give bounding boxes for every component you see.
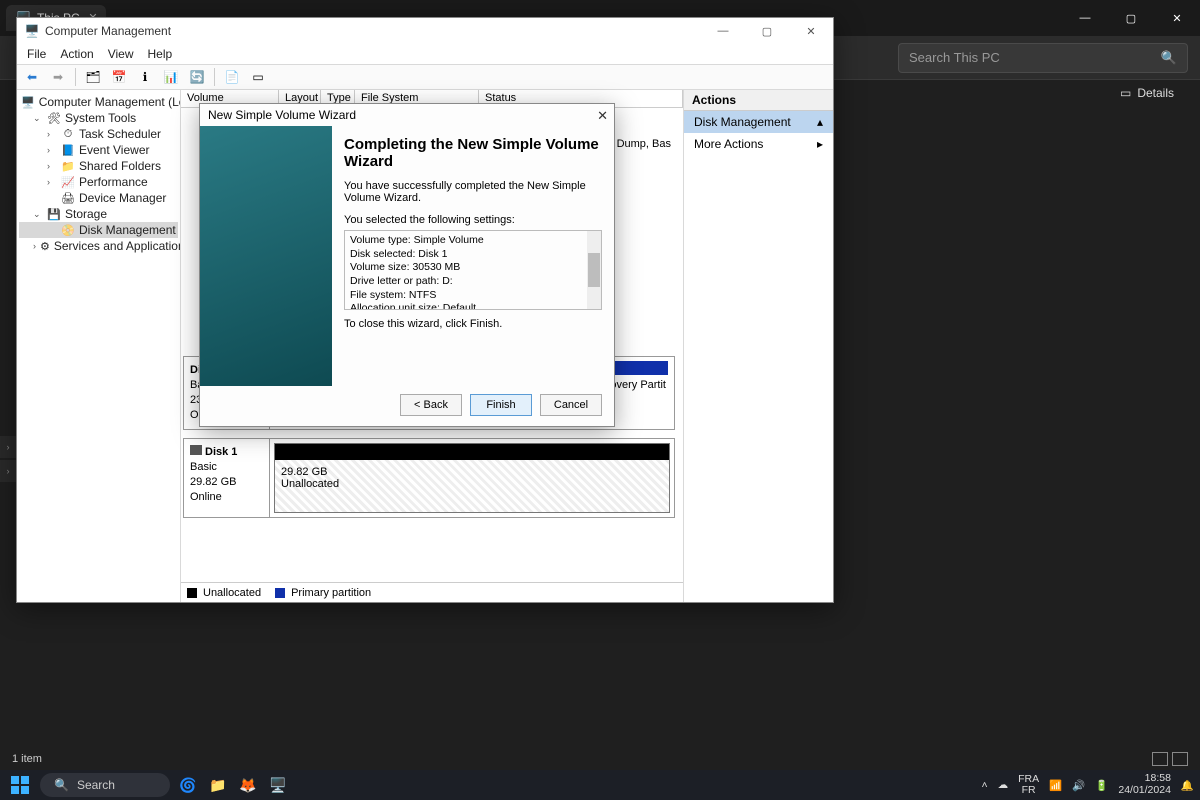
- toolbar-icon[interactable]: 📊: [160, 67, 182, 87]
- details-pane-button[interactable]: ▭ Details: [1120, 86, 1174, 100]
- toolbar-icon[interactable]: 📅: [108, 67, 130, 87]
- tree-shared-folders[interactable]: ›📁Shared Folders: [19, 158, 178, 174]
- wizard-settings-list[interactable]: Volume type: Simple Volume Disk selected…: [344, 230, 602, 310]
- tree-performance[interactable]: ›📈Performance: [19, 174, 178, 190]
- disk1-label: Disk 1 Basic 29.82 GB Online: [184, 439, 270, 517]
- search-icon: 🔍: [1161, 50, 1177, 66]
- notifications-icon[interactable]: 🔔: [1181, 779, 1194, 792]
- maximize-button[interactable]: ▢: [745, 18, 789, 44]
- menu-help[interactable]: Help: [148, 47, 173, 61]
- view-list-icon[interactable]: [1152, 752, 1168, 766]
- toolbar-icon[interactable]: 🗂: [82, 67, 104, 87]
- taskbar-clock[interactable]: 18:5824/01/2024: [1118, 773, 1171, 796]
- mmc-tree: 🖥️Computer Management (Local) ⌄🛠System T…: [17, 90, 181, 602]
- taskbar-explorer-icon[interactable]: 📁: [206, 773, 230, 797]
- explorer-window-controls: — ▢ ✕: [1062, 0, 1200, 36]
- tree-task-scheduler[interactable]: ›⏱Task Scheduler: [19, 126, 178, 142]
- minimize-button[interactable]: —: [1062, 0, 1108, 36]
- maximize-button[interactable]: ▢: [1108, 0, 1154, 36]
- taskbar-search[interactable]: 🔍 Search: [40, 773, 170, 797]
- system-tray: ˄ ☁ FRAFR 📶 🔊 🔋 18:5824/01/2024 🔔: [981, 773, 1194, 796]
- tray-onedrive-icon[interactable]: ☁: [998, 779, 1009, 791]
- details-icon: ▭: [1120, 86, 1131, 100]
- finish-button[interactable]: Finish: [470, 394, 532, 416]
- tray-chevron-icon[interactable]: ˄: [981, 779, 987, 791]
- window-title: Computer Management: [45, 24, 171, 38]
- language-indicator[interactable]: FRAFR: [1018, 774, 1039, 796]
- collapse-icon: ▴: [817, 115, 823, 129]
- menu-file[interactable]: File: [27, 47, 46, 61]
- back-button[interactable]: < Back: [400, 394, 462, 416]
- minimize-button[interactable]: —: [701, 18, 745, 44]
- wizard-content: Completing the New Simple Volume Wizard …: [332, 126, 614, 386]
- tree-device-manager[interactable]: 🖨Device Manager: [19, 190, 178, 206]
- back-icon[interactable]: ⬅: [21, 67, 43, 87]
- taskbar-mmc-icon[interactable]: 🖥️: [266, 773, 290, 797]
- chevron-right-icon: ▸: [817, 137, 823, 151]
- mmc-titlebar[interactable]: 🖥️ Computer Management — ▢ ✕: [17, 18, 833, 44]
- volume-icon[interactable]: 🔊: [1072, 779, 1085, 792]
- menu-view[interactable]: View: [108, 47, 134, 61]
- search-placeholder: Search This PC: [909, 50, 1000, 65]
- actions-pane: Actions Disk Management▴ More Actions▸: [683, 90, 833, 602]
- wizard-titlebar[interactable]: New Simple Volume Wizard: [200, 104, 614, 126]
- close-button[interactable]: ✕: [1154, 0, 1200, 36]
- search-icon: 🔍: [54, 778, 69, 792]
- taskbar: 🔍 Search 🌀 📁 🦊 🖥️ ˄ ☁ FRAFR 📶 🔊 🔋 18:582…: [0, 770, 1200, 800]
- wizard-text: You selected the following settings:: [344, 214, 602, 226]
- menu-action[interactable]: Action: [60, 47, 93, 61]
- explorer-nav-collapsed: › ›: [0, 436, 16, 484]
- partition-legend: Unallocated Primary partition: [181, 582, 683, 602]
- scrollbar-thumb[interactable]: [588, 253, 600, 287]
- new-simple-volume-wizard: New Simple Volume Wizard ✕ Completing th…: [199, 103, 615, 427]
- tree-system-tools[interactable]: ⌄🛠System Tools: [19, 110, 178, 126]
- scrollbar[interactable]: [587, 231, 601, 309]
- close-icon[interactable]: ✕: [597, 108, 608, 124]
- cancel-button[interactable]: Cancel: [540, 394, 602, 416]
- toolbar-icon[interactable]: ▭: [247, 67, 269, 87]
- disk1-unallocated-partition[interactable]: 29.82 GB Unallocated: [274, 443, 670, 513]
- disk1-block[interactable]: Disk 1 Basic 29.82 GB Online 29.82 GB Un…: [183, 438, 675, 518]
- actions-header: Actions: [684, 90, 833, 111]
- chevron-right-icon[interactable]: ›: [0, 460, 16, 482]
- mmc-icon: 🖥️: [25, 24, 39, 38]
- mmc-toolbar: ⬅ ➡ 🗂 📅 ℹ 📊 🔄 📄 ▭: [17, 64, 833, 90]
- explorer-statusbar: 1 item: [0, 748, 1200, 770]
- toolbar-icon[interactable]: 📄: [221, 67, 243, 87]
- toolbar-icon[interactable]: ℹ: [134, 67, 156, 87]
- forward-icon[interactable]: ➡: [47, 67, 69, 87]
- wizard-text: To close this wizard, click Finish.: [344, 318, 602, 330]
- tree-storage[interactable]: ⌄💾Storage: [19, 206, 178, 222]
- mmc-menubar: File Action View Help: [17, 44, 833, 64]
- chevron-right-icon[interactable]: ›: [0, 436, 16, 458]
- actions-more[interactable]: More Actions▸: [684, 133, 833, 155]
- tree-disk-management[interactable]: 📀Disk Management: [19, 222, 178, 238]
- wizard-heading: Completing the New Simple Volume Wizard: [344, 136, 602, 170]
- actions-disk-management[interactable]: Disk Management▴: [684, 111, 833, 133]
- taskbar-firefox-icon[interactable]: 🦊: [236, 773, 260, 797]
- start-button[interactable]: [6, 773, 34, 797]
- tree-event-viewer[interactable]: ›📘Event Viewer: [19, 142, 178, 158]
- tree-root[interactable]: 🖥️Computer Management (Local): [19, 94, 178, 110]
- view-grid-icon[interactable]: [1172, 752, 1188, 766]
- item-count: 1 item: [12, 753, 42, 765]
- close-button[interactable]: ✕: [789, 18, 833, 44]
- wifi-icon[interactable]: 📶: [1049, 779, 1062, 792]
- battery-icon[interactable]: 🔋: [1095, 779, 1108, 792]
- tree-services-apps[interactable]: ›⚙Services and Applications: [19, 238, 178, 254]
- taskbar-copilot-icon[interactable]: 🌀: [176, 773, 200, 797]
- wizard-text: You have successfully completed the New …: [344, 180, 602, 204]
- refresh-icon[interactable]: 🔄: [186, 67, 208, 87]
- search-input[interactable]: Search This PC 🔍: [898, 43, 1188, 73]
- wizard-side-graphic: [200, 126, 332, 386]
